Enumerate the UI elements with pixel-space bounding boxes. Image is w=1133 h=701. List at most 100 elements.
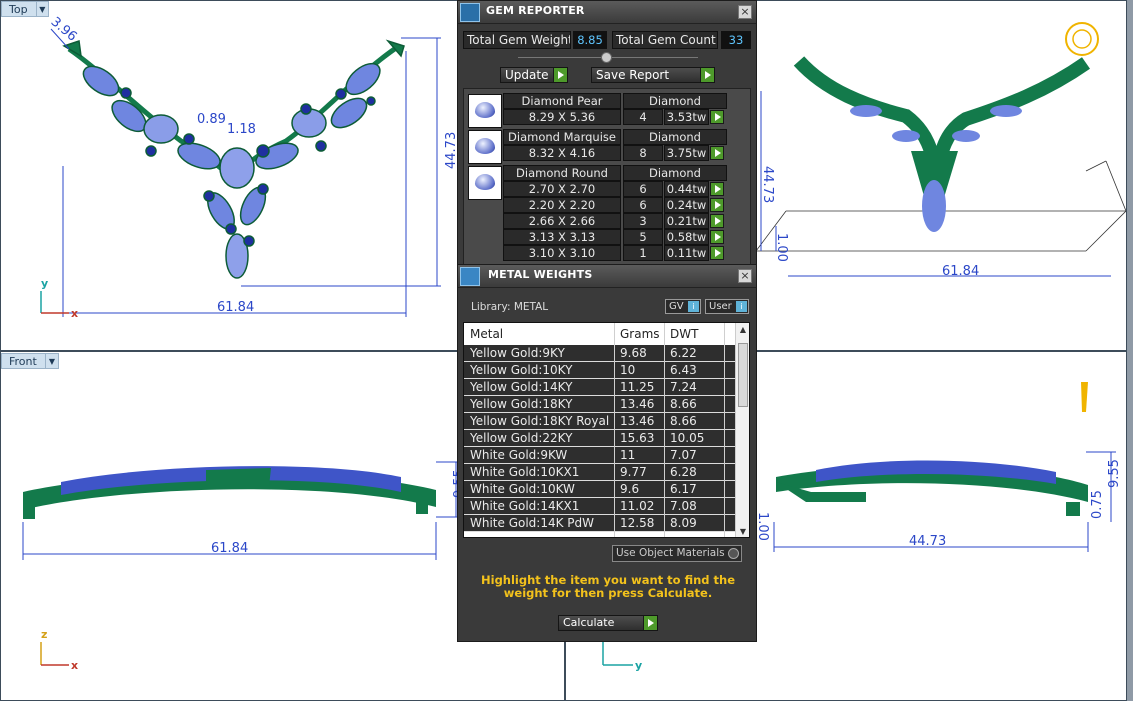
gem-row-select-button[interactable] xyxy=(710,246,724,260)
dim-a-label: 3.96 xyxy=(48,14,80,44)
table-row[interactable]: Yellow Gold:22KY 15.63 10.05 xyxy=(464,430,736,447)
metal-dwt: 6.17 xyxy=(670,482,697,496)
metal-weights-titlebar[interactable]: METAL WEIGHTS × xyxy=(458,265,756,288)
play-icon xyxy=(553,68,567,82)
calculate-button-label: Calculate xyxy=(563,616,615,629)
update-button-label: Update xyxy=(505,68,549,82)
total-gem-weight-value: 8.85 xyxy=(573,31,607,49)
gem-row-select-button[interactable] xyxy=(710,230,724,244)
play-icon xyxy=(643,616,657,630)
gem-row-select-button[interactable] xyxy=(710,110,724,124)
metal-grams: 9.68 xyxy=(620,346,647,360)
table-row[interactable]: Yellow Gold:14KY 11.25 7.24 xyxy=(464,379,736,396)
gem-reporter-icon xyxy=(460,3,480,22)
close-icon[interactable]: × xyxy=(738,5,752,19)
metal-grams: 11 xyxy=(620,448,636,462)
metal-table-scrollbar[interactable]: ▲ ▼ xyxy=(735,323,749,537)
calculate-button[interactable]: Calculate xyxy=(558,615,658,631)
metal-grams: 12.58 xyxy=(620,516,655,530)
gem-group-name: Diamond Pear xyxy=(503,93,621,109)
metal-name: White Gold:9KW xyxy=(470,448,568,462)
gem-size: 2.70 X 2.70 xyxy=(503,181,621,197)
gem-weight: 0.44tw xyxy=(664,181,709,197)
gem-size: 3.13 X 3.13 xyxy=(503,229,621,245)
dim-c-label: 1.18 xyxy=(227,122,256,137)
axis-z-label: z xyxy=(41,628,47,641)
metal-name: Yellow Gold:18KY Royal xyxy=(470,414,610,428)
dim-width-label: 44.73 xyxy=(909,534,946,549)
metal-grams: 9.77 xyxy=(620,465,647,479)
gem-row-select-button[interactable] xyxy=(710,198,724,212)
metal-table[interactable]: Metal Grams DWT Yellow Gold:9KY 9.68 6.22 … xyxy=(463,322,750,538)
gv-toggle[interactable]: GV i xyxy=(665,299,701,314)
radio-icon xyxy=(728,548,739,559)
metal-grams: 15.63 xyxy=(620,431,655,445)
metal-weights-panel: METAL WEIGHTS × Library: METAL GV i User… xyxy=(457,264,757,642)
axis-gizmo: z x xyxy=(40,628,78,672)
dim-small-label: 1.00 xyxy=(755,512,770,541)
gem-row-select-button[interactable] xyxy=(710,214,724,228)
metal-dwt: 6.43 xyxy=(670,363,697,377)
user-label: User xyxy=(709,301,732,312)
dim-small2-label: 0.75 xyxy=(1090,490,1105,519)
gem-row-select-button[interactable] xyxy=(710,182,724,196)
close-icon[interactable]: × xyxy=(738,269,752,283)
table-row[interactable]: White Gold:10KX1 9.77 6.28 xyxy=(464,464,736,481)
axis-x-label: x xyxy=(71,659,78,672)
round-gem-icon[interactable] xyxy=(468,166,502,200)
scrollbar-thumb[interactable] xyxy=(738,343,748,407)
table-row[interactable]: Yellow Gold:18KY Royal 13.46 8.66 xyxy=(464,413,736,430)
chevron-down-icon[interactable]: ▼ xyxy=(35,2,48,16)
column-divider xyxy=(724,323,725,537)
metal-dwt: 7.24 xyxy=(670,380,697,394)
update-button[interactable]: Update xyxy=(500,67,568,83)
gem-row-select-button[interactable] xyxy=(710,146,724,160)
gem-weight: 0.24tw xyxy=(664,197,709,213)
column-header-dwt[interactable]: DWT xyxy=(670,327,698,341)
table-row[interactable]: White Gold:14KX1 11.02 7.08 xyxy=(464,498,736,515)
info-icon: i xyxy=(688,301,699,312)
necklace-model-right xyxy=(776,382,1088,516)
viewport-tab-top[interactable]: Top ▼ xyxy=(1,1,49,17)
gem-list: Diamond Pear Diamond 8.29 X 5.36 4 3.53t… xyxy=(463,88,751,266)
metal-grams: 13.46 xyxy=(620,414,655,428)
dim-width-label: 61.84 xyxy=(211,541,248,556)
axis-gizmo: y xyxy=(602,642,642,672)
chevron-down-icon[interactable]: ▼ xyxy=(44,354,58,368)
metal-name: White Gold:14KX1 xyxy=(470,499,580,513)
table-row[interactable]: White Gold:10KW 9.6 6.17 xyxy=(464,481,736,498)
table-row[interactable]: Yellow Gold:18KY 13.46 8.66 xyxy=(464,396,736,413)
metal-grams: 11.02 xyxy=(620,499,655,513)
slider-handle[interactable] xyxy=(601,52,612,63)
column-header-grams[interactable]: Grams xyxy=(620,327,660,341)
gem-count: 6 xyxy=(623,197,663,213)
gem-size: 3.10 X 3.10 xyxy=(503,245,621,261)
column-header-metal[interactable]: Metal xyxy=(470,327,503,341)
gem-reporter-titlebar[interactable]: GEM REPORTER × xyxy=(458,1,756,24)
gem-group-material: Diamond xyxy=(623,93,727,109)
viewport-tab-front[interactable]: Front ▼ xyxy=(1,353,59,369)
dim-b-label: 0.89 xyxy=(197,112,226,127)
table-row[interactable]: Yellow Gold:9KY 9.68 6.22 xyxy=(464,345,736,362)
pear-gem-icon[interactable] xyxy=(468,94,502,128)
play-icon xyxy=(700,68,714,82)
viewport-label: Top xyxy=(9,2,28,16)
table-row[interactable]: White Gold:9KW 11 7.07 xyxy=(464,447,736,464)
save-report-button[interactable]: Save Report xyxy=(591,67,715,83)
user-toggle[interactable]: User i xyxy=(705,299,749,314)
gem-count: 8 xyxy=(623,145,663,161)
table-row[interactable]: White Gold:14K PdW 12.58 8.09 xyxy=(464,515,736,532)
table-row[interactable]: Yellow Gold:10KY 10 6.43 xyxy=(464,362,736,379)
scroll-down-icon[interactable]: ▼ xyxy=(736,525,749,537)
gem-count: 5 xyxy=(623,229,663,245)
metal-grams: 11.25 xyxy=(620,380,655,394)
marquise-gem-icon[interactable] xyxy=(468,130,502,164)
use-object-materials-label: Use Object Materials xyxy=(616,547,725,559)
metal-weights-icon xyxy=(460,267,480,286)
dim-small-label: 1.00 xyxy=(774,233,789,262)
use-object-materials-toggle[interactable]: Use Object Materials xyxy=(612,545,742,562)
metal-dwt: 8.66 xyxy=(670,397,697,411)
scroll-up-icon[interactable]: ▲ xyxy=(736,323,749,337)
axis-gizmo: y x xyxy=(40,277,78,320)
gem-group-name: Diamond Round xyxy=(503,165,621,181)
